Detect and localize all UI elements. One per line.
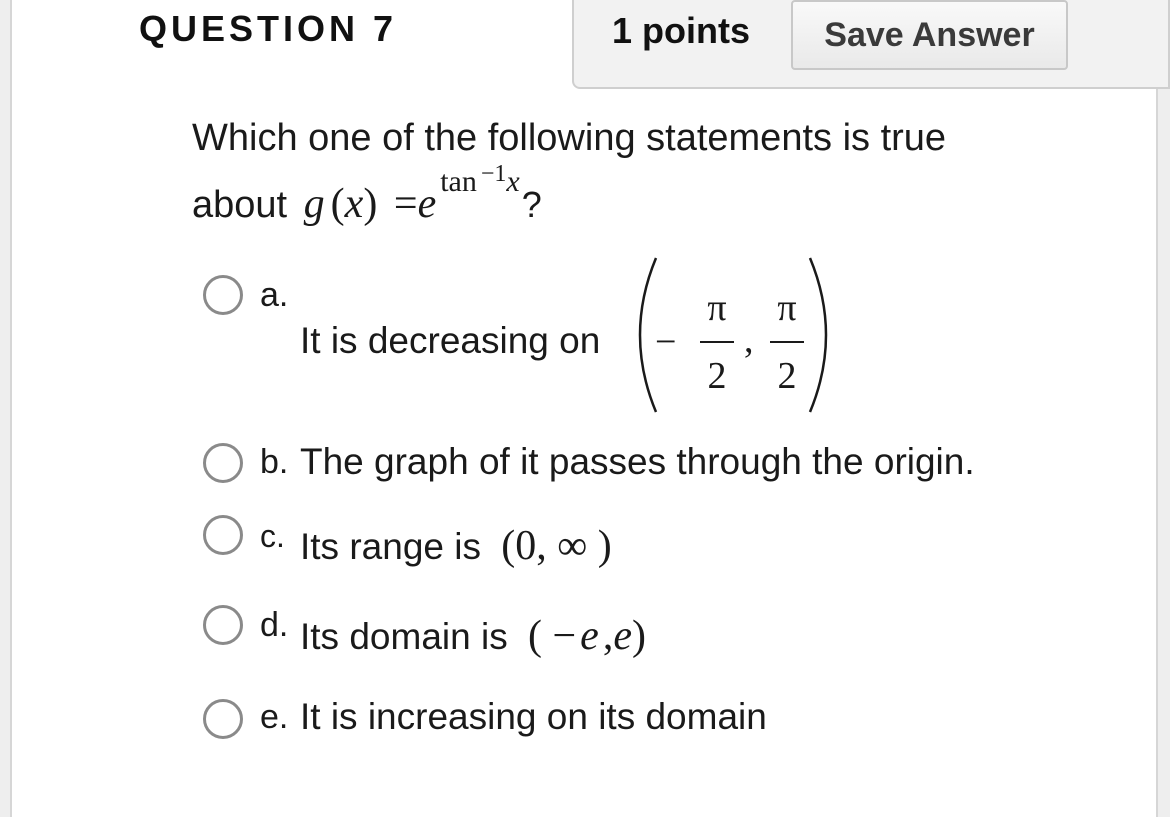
- option-e-letter: e.: [260, 698, 289, 736]
- prompt-exponent: tan −1x: [440, 161, 520, 198]
- prompt-lparen: (: [330, 181, 345, 227]
- option-d-text: Its domain is ( −e,e): [300, 612, 646, 660]
- prompt-func: g: [303, 181, 325, 227]
- option-a-pi2: π: [777, 287, 797, 329]
- option-d-radio[interactable]: [203, 605, 243, 645]
- question-title: QUESTION 7: [139, 8, 398, 49]
- prompt-qmark: ?: [521, 184, 542, 225]
- option-c-math: (0, ∞ ): [501, 523, 612, 569]
- option-a-fracbar1: [700, 341, 734, 343]
- prompt-rparen: ): [363, 181, 378, 227]
- option-a-letter: a.: [260, 276, 289, 314]
- exp-sup: −1: [480, 161, 507, 187]
- option-e-text: It is increasing on its domain: [300, 696, 767, 737]
- option-d-e1: e: [580, 613, 599, 659]
- prompt-eq: =: [393, 181, 418, 227]
- option-a-pi1: π: [707, 287, 727, 329]
- option-a-comma: ,: [744, 319, 754, 361]
- prompt-about: about: [192, 184, 288, 226]
- save-answer-button[interactable]: Save Answer: [791, 0, 1068, 70]
- option-a-den1: 2: [707, 355, 727, 397]
- option-b-text: The graph of it passes through the origi…: [300, 441, 975, 482]
- question-prompt-line1: Which one of the following statements is…: [192, 117, 947, 159]
- option-c-label: Its range is: [300, 526, 481, 567]
- option-a-den2: 2: [777, 355, 797, 397]
- option-b-letter: b.: [260, 443, 289, 481]
- option-a-text: It is decreasing on: [300, 320, 601, 361]
- option-c-radio[interactable]: [203, 515, 243, 555]
- option-a-fracbar2: [770, 341, 804, 343]
- option-d-comma: ,: [602, 613, 614, 659]
- option-b-radio[interactable]: [203, 443, 243, 483]
- exp-tan: tan: [440, 165, 477, 198]
- option-a-right-paren: [804, 254, 834, 416]
- prompt-var: x: [344, 181, 364, 227]
- exp-var: x: [506, 165, 520, 198]
- option-d-label: Its domain is: [300, 616, 508, 657]
- option-d-open: ( −: [527, 613, 577, 659]
- option-a-minus: −: [655, 321, 677, 363]
- question-prompt-line2: about g (x) =e tan −1x?: [192, 161, 542, 228]
- option-a-radio[interactable]: [203, 275, 243, 315]
- option-d-e2: e: [613, 613, 632, 659]
- points-label: 1 points: [612, 10, 751, 51]
- option-c-letter: c.: [260, 518, 285, 554]
- option-d-letter: d.: [260, 606, 289, 644]
- option-e-radio[interactable]: [203, 699, 243, 739]
- prompt-e: e: [417, 181, 437, 227]
- option-d-close: ): [631, 613, 646, 659]
- option-c-text: Its range is (0, ∞ ): [300, 522, 612, 570]
